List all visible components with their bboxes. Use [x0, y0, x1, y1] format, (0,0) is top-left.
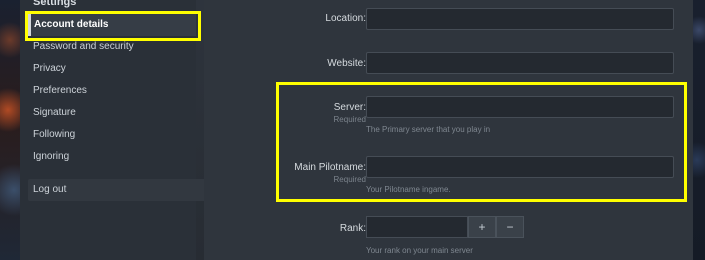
rank-hint: Your rank on your main server	[366, 246, 473, 255]
sidebar-item-signature[interactable]: Signature	[28, 102, 196, 124]
logout-button[interactable]: Log out	[28, 179, 215, 201]
rank-input[interactable]	[366, 216, 468, 238]
rank-increment-button[interactable]: +	[468, 216, 496, 238]
background-right	[693, 0, 705, 260]
highlight-account-details	[25, 11, 201, 41]
website-label: Website:	[327, 58, 366, 69]
website-input[interactable]	[366, 52, 674, 74]
sidebar-item-following[interactable]: Following	[28, 124, 196, 146]
sidebar-item-ignoring[interactable]: Ignoring	[28, 146, 196, 168]
rank-decrement-button[interactable]: −	[496, 216, 524, 238]
sidebar-title: Settings	[33, 0, 77, 8]
sidebar-item-privacy[interactable]: Privacy	[28, 58, 196, 80]
location-input[interactable]	[366, 8, 674, 30]
highlight-required-fields	[276, 82, 687, 202]
background-left	[0, 0, 20, 260]
location-label: Location:	[325, 13, 366, 24]
rank-label: Rank:	[339, 223, 366, 234]
sidebar-item-preferences[interactable]: Preferences	[28, 80, 196, 102]
